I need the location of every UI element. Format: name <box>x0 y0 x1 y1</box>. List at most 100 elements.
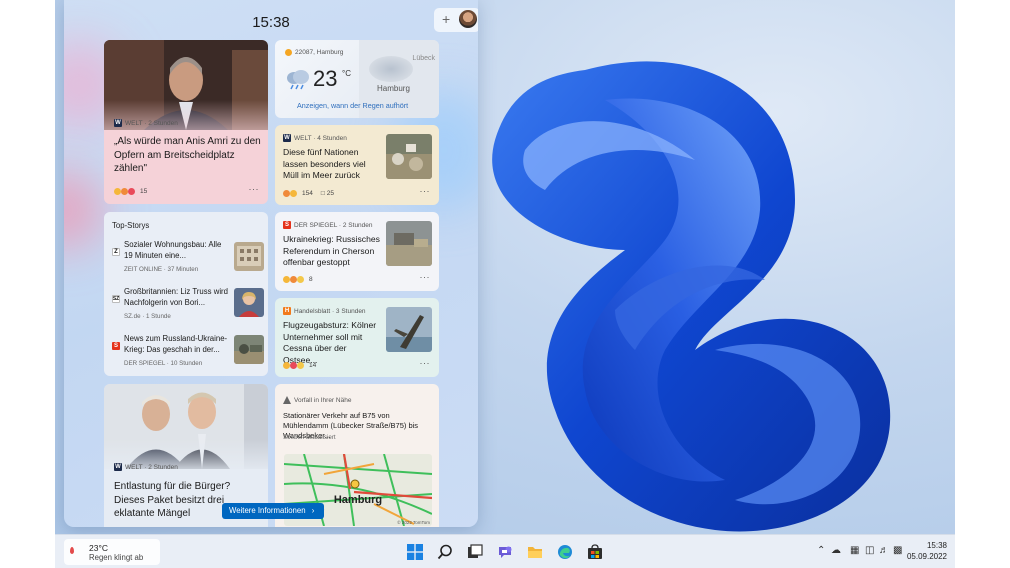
news-source: S DER SPIEGEL · 2 Stunden <box>283 221 373 229</box>
news-headline[interactable]: Flugzeugabsturz: Kölner Unternehmer soll… <box>283 320 383 366</box>
top-stories-card: Top-Storys Z Sozialer Wohnungsbau: Alle … <box>104 212 268 376</box>
start-button[interactable] <box>406 543 424 561</box>
task-view-button[interactable] <box>466 543 484 561</box>
list-item[interactable]: Z Sozialer Wohnungsbau: Alle 19 Minuten … <box>112 240 264 280</box>
top-stories-title: Top-Storys <box>112 221 150 230</box>
reaction-count: 8 <box>309 276 313 283</box>
thumbnail-image <box>234 288 264 317</box>
widgets-clock: 15:38 <box>252 14 290 31</box>
taskbar-time: 15:38 <box>926 541 947 550</box>
folder-icon <box>528 547 542 558</box>
welt-logo-icon: W <box>114 463 122 471</box>
news-source-text: Handelsblatt · 3 Stunden <box>294 307 366 315</box>
taskbar-weather-text: Regen klingt ab <box>89 553 144 562</box>
map-label-hamburg: Hamburg <box>377 84 410 93</box>
weather-widget-button[interactable]: 23°C Regen klingt ab <box>64 539 160 565</box>
teams-chat-button[interactable] <box>496 543 514 561</box>
news-source: W WELT · 4 Stunden <box>283 134 347 142</box>
reaction-count: 15 <box>140 188 148 195</box>
cloud-rain-icon <box>287 70 309 90</box>
news-source: W WELT · 2 Stunden <box>114 463 178 471</box>
user-avatar[interactable] <box>459 10 477 28</box>
search-icon <box>437 544 452 560</box>
news-card-plastic[interactable]: W WELT · 4 Stunden Diese fünf Nationen l… <box>275 125 439 205</box>
news-source-text: WELT · 2 Stunden <box>125 119 178 127</box>
like-emoji-icon <box>283 362 290 369</box>
volume-icon[interactable]: ♬ <box>879 545 889 556</box>
story-meta: DER SPIEGEL · 10 Stunden <box>124 360 203 367</box>
list-item[interactable]: S News zum Russland-Ukraine-Krieg: Das g… <box>112 334 264 374</box>
news-source-text: DER SPIEGEL · 2 Stunden <box>294 221 373 229</box>
file-explorer-button[interactable] <box>526 543 544 561</box>
more-options-icon[interactable]: ··· <box>420 186 431 196</box>
sun-icon <box>285 49 292 56</box>
edge-button[interactable] <box>556 543 574 561</box>
taskbar-weather-temp: 23°C <box>89 543 108 553</box>
comment-icon: □ <box>320 190 325 197</box>
rain-cloud-overlay <box>369 56 413 82</box>
like-emoji-icon <box>290 190 297 197</box>
wow-emoji-icon <box>297 276 304 283</box>
sz-logo-icon: SZ <box>112 295 120 303</box>
news-headline[interactable]: Diese fünf Nationen lassen besonders vie… <box>283 147 383 182</box>
news-card-flight[interactable]: H Handelsblatt · 3 Stunden Flugzeugabstu… <box>275 298 439 377</box>
rain-forecast-link[interactable]: Anzeigen, wann der Regen aufhört <box>297 101 408 110</box>
windows-logo-icon <box>407 544 423 560</box>
taskbar: 23°C Regen klingt ab ⌃ ☁ ▦ ◫ ♬ ▩ 15:38 0… <box>55 534 955 568</box>
more-info-label: Weitere Informationen <box>229 506 306 515</box>
battery-icon[interactable]: ▩ <box>893 545 902 556</box>
more-options-icon[interactable]: ··· <box>249 184 260 194</box>
thumbnail-image <box>234 335 264 364</box>
reactions[interactable]: 15 <box>114 188 147 195</box>
more-info-button[interactable]: Weitere Informationen › <box>222 503 324 519</box>
wow-emoji-icon <box>283 190 290 197</box>
reactions[interactable]: 154 □ 25 <box>283 190 334 197</box>
news-source-text: WELT · 2 Stunden <box>125 463 178 471</box>
thumbnail-image <box>386 134 432 179</box>
news-headline[interactable]: Entlastung für die Bürger? Dieses Paket … <box>114 480 232 521</box>
news-card-hero[interactable]: W WELT · 2 Stunden „Als würde man Anis A… <box>104 40 268 204</box>
news-card-ukraine[interactable]: S DER SPIEGEL · 2 Stunden Ukrainekrieg: … <box>275 212 439 291</box>
spiegel-logo-icon: S <box>283 221 291 229</box>
taskbar-date: 05.09.2022 <box>906 552 947 561</box>
list-item[interactable]: SZ Großbritannien: Liz Truss wird Nachfo… <box>112 287 264 327</box>
story-headline: Großbritannien: Liz Truss wird Nachfolge… <box>124 287 228 307</box>
reactions[interactable]: 14 <box>283 362 316 369</box>
love-emoji-icon <box>290 362 297 369</box>
chat-icon <box>499 546 512 558</box>
weather-location-text: 22087, Hamburg <box>295 49 344 56</box>
news-headline[interactable]: Ukrainekrieg: Russisches Referendum in C… <box>283 234 383 269</box>
search-button[interactable] <box>436 543 454 561</box>
map-credit: © 2022 TomTom <box>397 519 430 525</box>
store-button[interactable] <box>586 543 604 561</box>
welt-logo-icon: W <box>114 119 122 127</box>
security-icon[interactable]: ▦ <box>850 545 859 556</box>
traffic-status: Soeben aktualisiert <box>283 434 336 441</box>
news-headline[interactable]: „Als würde man Anis Amri zu den Opfern a… <box>114 135 262 176</box>
news-source: H Handelsblatt · 3 Stunden <box>283 307 366 315</box>
thumbnail-image <box>386 307 432 352</box>
sad-emoji-icon <box>290 276 297 283</box>
angry-emoji-icon <box>128 188 135 195</box>
edge-icon <box>558 545 572 559</box>
network-icon[interactable]: ◫ <box>865 545 874 556</box>
more-options-icon[interactable]: ··· <box>420 358 431 368</box>
traffic-warning-icon <box>283 396 291 404</box>
weather-location: 22087, Hamburg <box>285 49 343 56</box>
news-source: W WELT · 2 Stunden <box>114 119 178 127</box>
task-view-icon <box>468 544 483 558</box>
clock-button[interactable]: 15:38 05.09.2022 <box>903 540 947 562</box>
desktop: 15:38 + W WELT · 2 Stunden „Als würde ma… <box>55 0 955 568</box>
story-headline: Sozialer Wohnungsbau: Alle 19 Minuten ei… <box>124 240 222 260</box>
thumbnail-image <box>234 242 264 271</box>
story-meta: ZEIT ONLINE · 37 Minuten <box>124 266 199 273</box>
handelsblatt-logo-icon: H <box>283 307 291 315</box>
traffic-source: Vorfall in Ihrer Nähe <box>283 396 351 404</box>
rain-icon <box>70 544 76 558</box>
reactions[interactable]: 8 <box>283 276 313 283</box>
more-options-icon[interactable]: ··· <box>420 272 431 282</box>
weather-card[interactable]: Lübeck Hamburg 22087, Hamburg 23 °C Anze… <box>275 40 439 118</box>
map-label-luebeck: Lübeck <box>412 55 435 62</box>
onedrive-icon[interactable]: ☁ <box>831 545 841 556</box>
chevron-up-icon[interactable]: ⌃ <box>817 545 825 556</box>
